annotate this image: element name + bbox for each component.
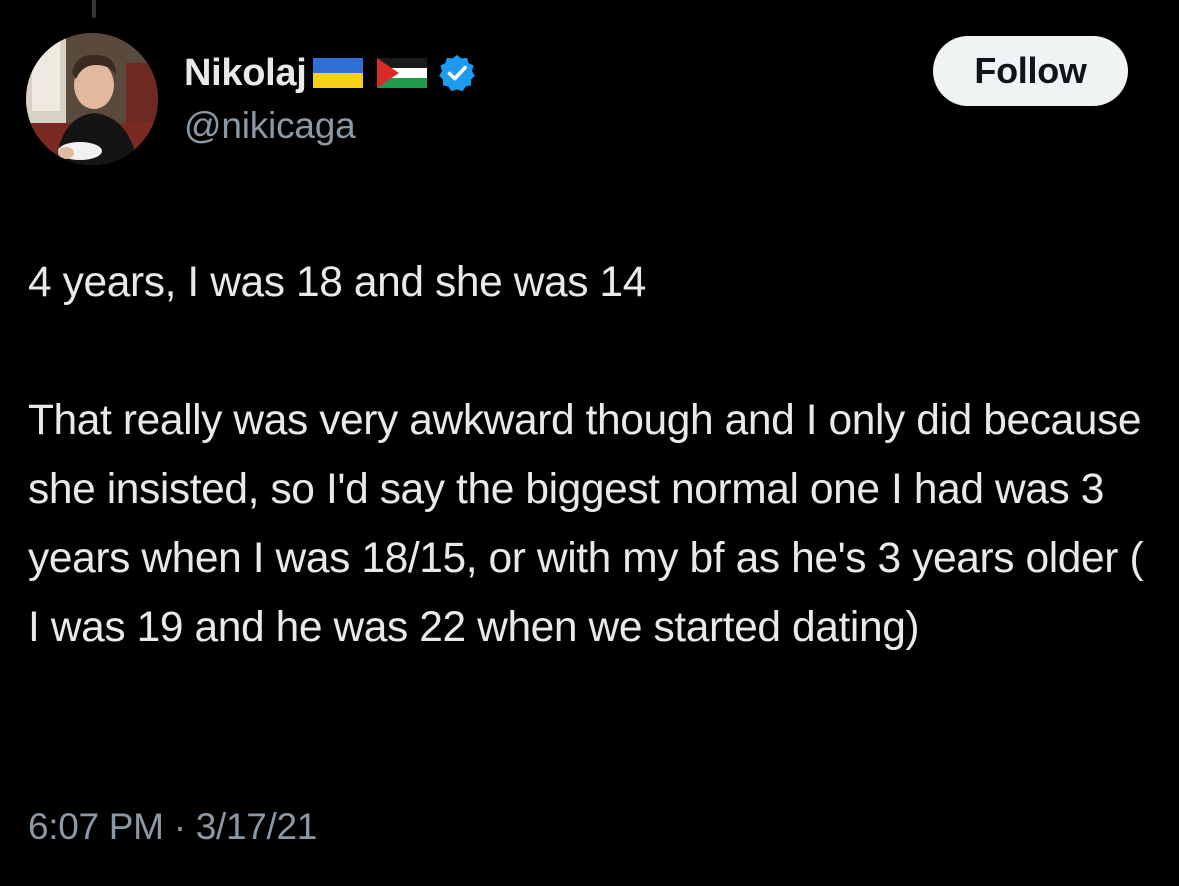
thread-connector-line xyxy=(92,0,96,18)
follow-button[interactable]: Follow xyxy=(933,36,1128,106)
tweet-date: 3/17/21 xyxy=(195,806,318,847)
tweet-paragraph: That really was very awkward though and … xyxy=(28,397,1144,651)
tweet-text: 4 years, I was 18 and she was 14 That re… xyxy=(28,248,1158,662)
author-display-name[interactable]: Nikolaj xyxy=(184,52,307,95)
tweet-paragraph: 4 years, I was 18 and she was 14 xyxy=(28,259,646,306)
avatar-photo xyxy=(26,33,158,165)
meta-separator: · xyxy=(173,806,186,847)
author-name-row: Nikolaj xyxy=(184,50,477,96)
tweet-time: 6:07 PM xyxy=(28,806,164,847)
ukraine-flag-icon xyxy=(312,58,363,88)
tweet-timestamp[interactable]: 6:07 PM · 3/17/21 xyxy=(28,806,317,848)
avatar[interactable] xyxy=(26,33,158,165)
verified-badge-icon[interactable] xyxy=(437,53,477,93)
palestine-flag-icon xyxy=(376,58,427,88)
author-handle[interactable]: @nikicaga xyxy=(184,105,356,147)
